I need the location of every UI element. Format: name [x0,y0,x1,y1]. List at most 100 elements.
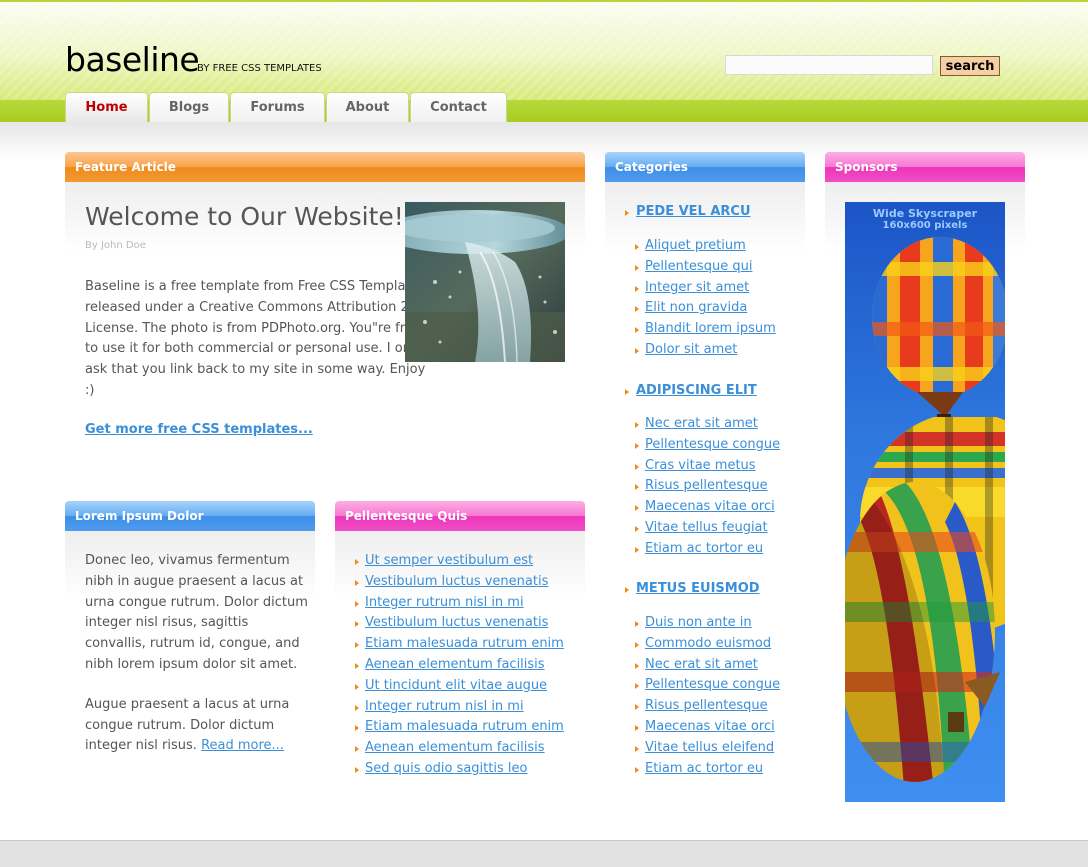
list-link[interactable]: Integer rutrum nisl in mi [365,595,524,610]
list-link[interactable]: Risus pellentesque [645,478,768,493]
bullet-arrow-icon [355,662,359,669]
category-heading: PEDE VEL ARCU [625,204,751,219]
bullet-arrow-icon [635,621,639,627]
list-item: Dolor sit amet [635,340,776,361]
nav-tab-about[interactable]: About [326,92,409,122]
list-item: Etiam malesuada rutrum enim [355,717,564,738]
list-item: Maecenas vitae orci [635,497,780,518]
lorem-body: Donec leo, vivamus fermentum nibh in aug… [85,551,310,776]
list-link[interactable]: Maecenas vitae orci [645,719,775,734]
category-heading-link[interactable]: METUS EUISMOD [636,581,760,596]
ad-label-title: Wide Skyscraper [872,207,978,220]
list-link[interactable]: Pellentesque qui [645,259,752,274]
list-link[interactable]: Pellentesque congue [645,677,780,692]
list-item: Vestibulum luctus venenatis [355,613,564,634]
list-item: Risus pellentesque [635,696,780,717]
list-link[interactable]: Maecenas vitae orci [645,499,775,514]
list-link[interactable]: Sed quis odio sagittis leo [365,761,527,776]
bullet-arrow-icon [635,327,639,334]
read-more-link[interactable]: Read more... [201,738,284,753]
list-item: Vitae tellus feugiat [635,518,780,539]
list-link[interactable]: Commodo euismod [645,636,771,651]
sponsor-ad[interactable]: Wide Skyscraper 160x600 pixels [845,202,1005,802]
category-heading-link[interactable]: PEDE VEL ARCU [636,204,751,219]
list-item: Pellentesque congue [635,435,780,456]
site-logo[interactable]: baseline [65,40,200,79]
list-link[interactable]: Etiam malesuada rutrum enim [365,719,564,734]
bullet-arrow-icon [635,505,639,512]
bullet-arrow-icon [635,442,639,449]
category-heading-link[interactable]: ADIPISCING ELIT [636,383,757,398]
list-item: Commodo euismod [635,634,780,655]
bullet-arrow-icon [355,621,359,628]
bullet-arrow-icon [635,463,639,470]
list-link[interactable]: Nec erat sit amet [645,416,758,431]
bullet-arrow-icon [635,244,639,250]
search-input[interactable] [725,55,933,75]
lorem-paragraph: Donec leo, vivamus fermentum nibh in aug… [85,553,308,672]
categories-header: Categories [605,152,805,182]
search-button[interactable]: search [940,56,1000,76]
list-link[interactable]: Aliquet pretium [645,238,746,253]
list-item: Nec erat sit amet [635,655,780,676]
bullet-arrow-icon [635,683,639,690]
list-item: Aliquet pretium [635,236,776,257]
bullet-arrow-icon [355,559,359,565]
feature-photo [405,202,565,362]
bullet-arrow-icon [355,579,359,586]
bullet-arrow-icon [635,546,639,553]
bullet-arrow-icon [635,704,639,711]
bullet-arrow-icon [355,683,359,690]
bullet-arrow-icon [625,587,629,593]
list-link[interactable]: Cras vitae metus [645,458,756,473]
bullet-arrow-icon [625,389,629,395]
list-item: Etiam ac tortor eu [635,759,780,780]
list-link[interactable]: Pellentesque congue [645,437,780,452]
category-heading: ADIPISCING ELIT [625,383,757,398]
list-link[interactable]: Duis non ante in [645,615,752,630]
list-link[interactable]: Vestibulum luctus venenatis [365,574,548,589]
list-item: Elit non gravida [635,298,776,319]
list-link[interactable]: Etiam ac tortor eu [645,541,763,556]
list-link[interactable]: Aenean elementum facilisis [365,657,545,672]
more-templates-link[interactable]: Get more free CSS templates... [85,422,313,437]
list-item: Vestibulum luctus venenatis [355,572,564,593]
nav-tab-blogs[interactable]: Blogs [149,92,229,122]
list-link[interactable]: Dolor sit amet [645,342,737,357]
bullet-arrow-icon [625,210,629,216]
fountain-image [405,202,565,362]
list-item: Risus pellentesque [635,476,780,497]
list-link[interactable]: Vitae tellus eleifend [645,740,774,755]
list-item: Pellentesque qui [635,257,776,278]
list-link[interactable]: Elit non gravida [645,300,747,315]
bullet-arrow-icon [635,525,639,532]
list-link[interactable]: Ut tincidunt elit vitae augue [365,678,547,693]
list-item: Aenean elementum facilisis [355,738,564,759]
list-link[interactable]: Vitae tellus feugiat [645,520,768,535]
bullet-arrow-icon [355,704,359,711]
pellentesque-header: Pellentesque Quis [335,501,585,531]
nav-tab-home[interactable]: Home [65,92,148,122]
bullet-arrow-icon [355,725,359,732]
list-link[interactable]: Etiam ac tortor eu [645,761,763,776]
list-link[interactable]: Integer rutrum nisl in mi [365,699,524,714]
bullet-arrow-icon [635,724,639,731]
lorem-paragraph: Augue praesent a lacus at urna congue ru… [85,695,310,757]
list-item: Nec erat sit amet [635,414,780,435]
list-link[interactable]: Integer sit amet [645,280,749,295]
list-item: Pellentesque congue [635,675,780,696]
bullet-arrow-icon [355,766,359,773]
list-link[interactable]: Ut semper vestibulum est [365,553,533,568]
nav-tab-forums[interactable]: Forums [230,92,325,122]
nav-tab-contact[interactable]: Contact [410,92,507,122]
bullet-arrow-icon [355,600,359,607]
list-link[interactable]: Vestibulum luctus venenatis [365,615,548,630]
list-link[interactable]: Aenean elementum facilisis [365,740,545,755]
list-link[interactable]: Blandit lorem ipsum [645,321,776,336]
list-item: Vitae tellus eleifend [635,738,780,759]
list-link[interactable]: Etiam malesuada rutrum enim [365,636,564,651]
category-list: Duis non ante in Commodo euismod Nec era… [635,613,780,779]
list-link[interactable]: Nec erat sit amet [645,657,758,672]
list-link[interactable]: Risus pellentesque [645,698,768,713]
site-logo-subtitle: BY FREE CSS TEMPLATES [197,63,322,74]
